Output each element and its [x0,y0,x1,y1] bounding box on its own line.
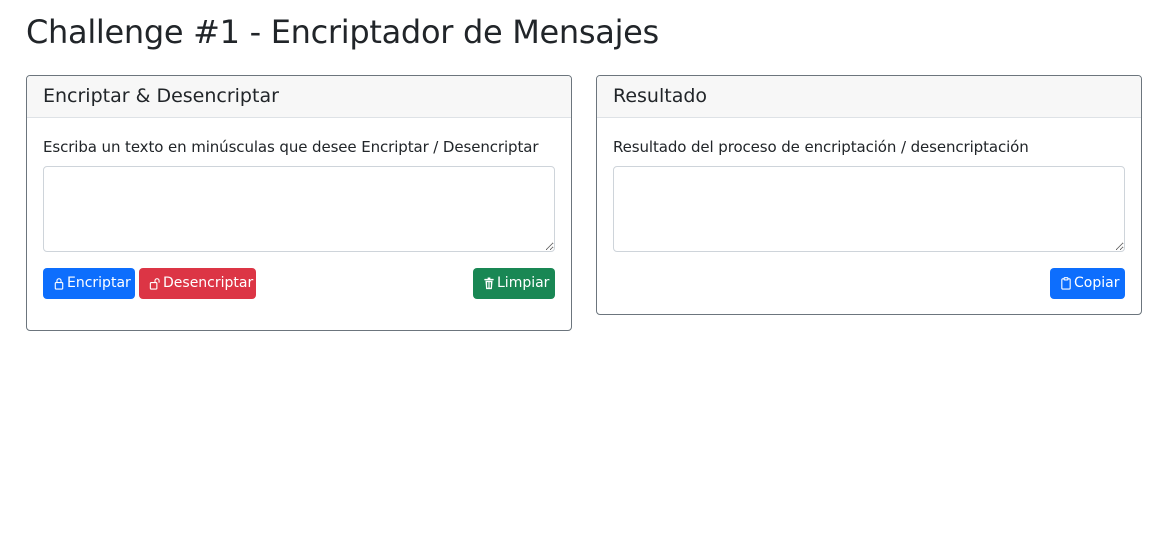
encrypt-card-header: Encriptar & Desencriptar [27,76,571,118]
encrypt-card: Encriptar & Desencriptar Escriba un text… [26,75,572,331]
encrypt-button[interactable]: Encriptar [43,268,135,299]
clear-button-label: Limpiar [497,275,550,291]
trash-icon [484,277,494,290]
decrypt-button-label: Desencriptar [163,275,254,291]
page-title: Challenge #1 - Encriptador de Mensajes [26,13,659,51]
result-textarea[interactable] [613,166,1125,252]
result-card-header: Resultado [597,76,1141,118]
clear-button[interactable]: Limpiar [473,268,555,299]
input-textarea[interactable] [43,166,555,252]
encrypt-button-label: Encriptar [67,275,131,291]
input-label: Escriba un texto en minúsculas que desee… [43,138,539,156]
decrypt-button[interactable]: Desencriptar [139,268,256,299]
copy-button[interactable]: Copiar [1050,268,1125,299]
unlock-icon [149,278,160,290]
page: Challenge #1 - Encriptador de Mensajes E… [0,0,1159,552]
copy-button-label: Copiar [1074,275,1120,291]
lock-icon [54,278,64,290]
result-card: Resultado Resultado del proceso de encri… [596,75,1142,315]
result-label: Resultado del proceso de encriptación / … [613,138,1029,156]
clipboard-icon [1061,277,1071,290]
